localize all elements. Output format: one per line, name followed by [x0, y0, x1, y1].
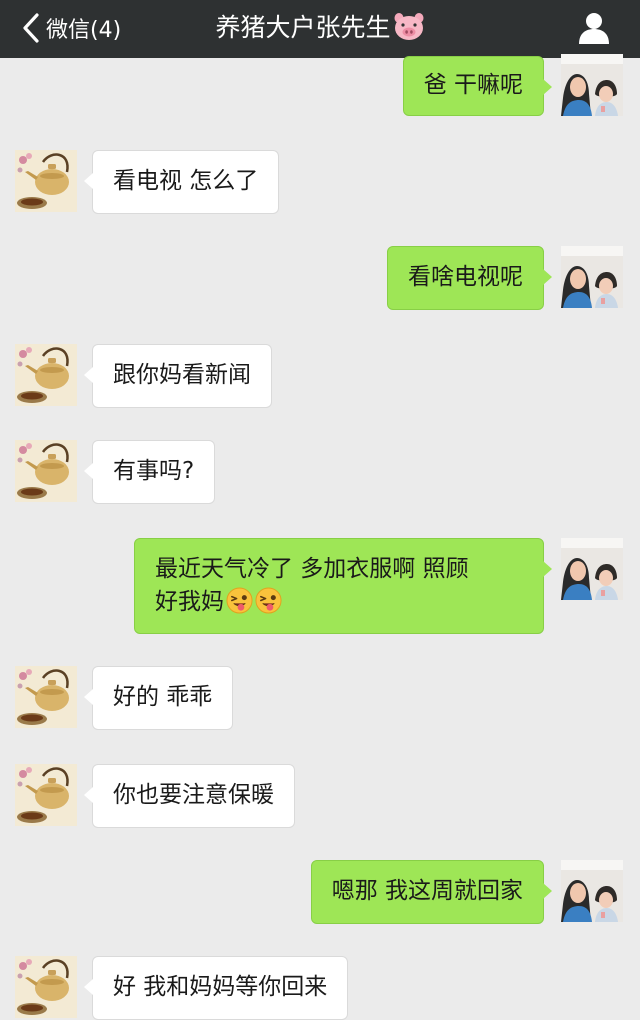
message-row: 嗯那 我这周就回家 — [0, 860, 640, 924]
message-bubble-received[interactable]: 好的 乖乖 — [83, 666, 234, 730]
chevron-left-icon — [23, 13, 39, 43]
my-avatar[interactable] — [561, 538, 623, 600]
message-row: 看啥电视呢 — [0, 246, 640, 310]
message-row: 有事吗? — [0, 440, 640, 504]
top-bar: 微信(4) 养猪大户张先生 — [0, 0, 640, 58]
message-text: 看电视 怎么了 — [113, 168, 259, 194]
chat-title-text: 养猪大户张先生 — [215, 13, 391, 42]
message-text: 好的 乖乖 — [113, 684, 213, 710]
message-row: 好的 乖乖 — [0, 666, 640, 730]
pig-face-icon — [394, 13, 423, 40]
message-text: 爸 干嘛呢 — [423, 72, 523, 98]
message-bubble-received[interactable]: 看电视 怎么了 — [83, 150, 280, 214]
message-bubble-sent[interactable]: 最近天气冷了 多加衣服啊 照顾 好我妈 — [134, 538, 552, 634]
message-bubble-sent[interactable]: 看啥电视呢 — [387, 246, 552, 310]
message-row: 看电视 怎么了 — [0, 150, 640, 214]
message-row: 最近天气冷了 多加衣服啊 照顾 好我妈 — [0, 538, 640, 634]
person-icon[interactable] — [576, 10, 612, 46]
contact-avatar[interactable] — [15, 344, 77, 406]
message-text: 跟你妈看新闻 — [113, 362, 251, 388]
chat-title: 养猪大户张先生 — [120, 8, 520, 48]
contact-avatar[interactable] — [15, 666, 77, 728]
my-avatar[interactable] — [561, 246, 623, 308]
message-bubble-received[interactable]: 你也要注意保暖 — [84, 764, 295, 828]
contact-avatar[interactable] — [15, 764, 77, 826]
message-row: 你也要注意保暖 — [0, 764, 640, 828]
contact-avatar[interactable] — [15, 150, 77, 212]
message-bubble-received[interactable]: 跟你妈看新闻 — [84, 344, 272, 408]
message-row: 爸 干嘛呢 — [0, 56, 640, 116]
message-text: 好 我和妈妈等你回来 — [113, 974, 328, 1000]
message-text: 嗯那 我这周就回家 — [331, 878, 523, 904]
message-bubble-sent[interactable]: 爸 干嘛呢 — [402, 56, 553, 116]
back-label: 微信(4) — [46, 18, 122, 43]
message-row: 跟你妈看新闻 — [0, 344, 640, 408]
winking-tongue-face-icon — [255, 587, 282, 614]
message-text: 有事吗? — [113, 458, 195, 484]
message-text-line: 好我妈 — [155, 586, 523, 619]
chat-area[interactable]: 爸 干嘛呢 看电视 怎么了 看啥电视呢 跟你妈看新闻 有事吗? 最近天气冷了 多… — [0, 56, 640, 1020]
message-bubble-sent[interactable]: 嗯那 我这周就回家 — [310, 860, 553, 924]
my-avatar[interactable] — [561, 860, 623, 922]
winking-tongue-face-icon — [226, 587, 253, 614]
message-text-line: 最近天气冷了 多加衣服啊 照顾 — [155, 556, 469, 582]
my-avatar[interactable] — [561, 54, 623, 116]
back-button[interactable]: 微信(4) — [18, 8, 121, 48]
contact-avatar[interactable] — [15, 956, 77, 1018]
message-text: 你也要注意保暖 — [113, 782, 274, 808]
message-row: 好 我和妈妈等你回来 — [0, 956, 640, 1020]
message-bubble-received[interactable]: 有事吗? — [83, 440, 216, 504]
message-bubble-received[interactable]: 好 我和妈妈等你回来 — [83, 956, 349, 1020]
contact-avatar[interactable] — [15, 440, 77, 502]
message-text: 看啥电视呢 — [408, 264, 523, 290]
